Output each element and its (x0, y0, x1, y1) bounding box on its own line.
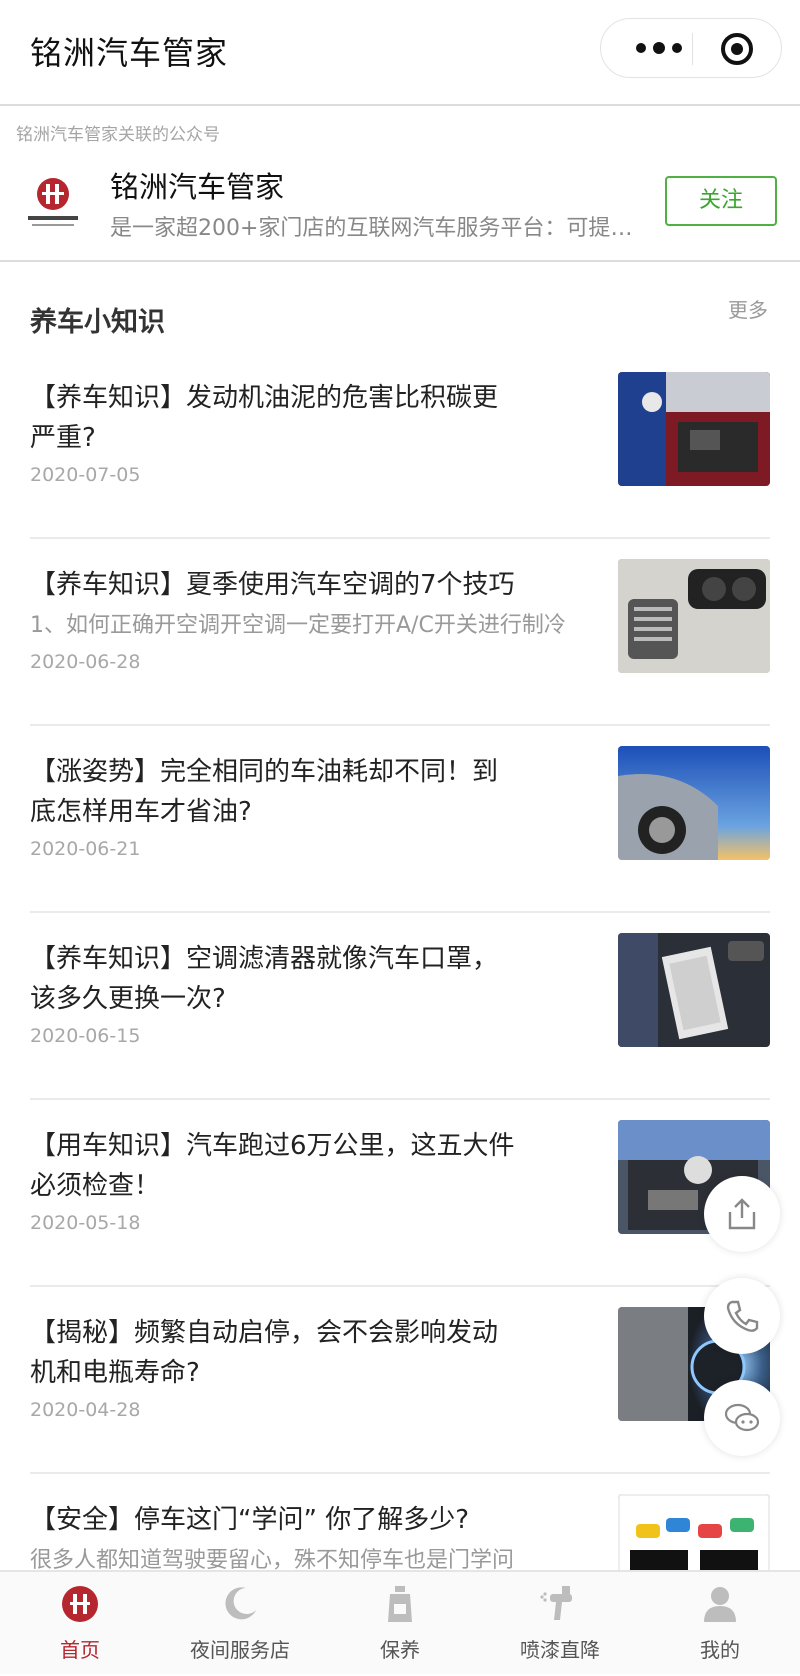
article-title: 【养车知识】空调滤清器就像汽车口罩， (30, 944, 499, 974)
article-title-line2: 必须检查！ (30, 1171, 161, 1201)
close-mini-program-icon[interactable] (719, 31, 755, 67)
tab-profile[interactable]: 我的 (640, 1572, 800, 1676)
mini-program-capsule (600, 18, 782, 78)
article-thumbnail (618, 559, 770, 673)
article-date: 2020-06-15 (30, 1025, 141, 1047)
article-date: 2020-06-21 (30, 838, 141, 860)
tab-maintenance[interactable]: 保养 (320, 1572, 480, 1676)
tab-label: 我的 (700, 1638, 740, 1662)
phone-icon (726, 1300, 759, 1332)
section-title: 养车小知识 (30, 307, 165, 338)
tab-label: 保养 (380, 1638, 420, 1662)
spray-gun-icon (540, 1586, 572, 1620)
more-options-icon[interactable] (629, 32, 689, 64)
tab-label: 夜间服务店 (190, 1638, 290, 1662)
article-item[interactable]: 【养车知识】空调滤清器就像汽车口罩， 该多久更换一次? 2020-06-15 (0, 913, 800, 1100)
tab-label: 喷漆直降 (520, 1638, 600, 1662)
article-date: 2020-06-28 (30, 651, 141, 673)
tab-paint-discount[interactable]: 喷漆直降 (480, 1572, 640, 1676)
chat-bubble-icon (724, 1403, 760, 1432)
article-date: 2020-05-18 (30, 1212, 141, 1234)
article-thumbnail (618, 746, 770, 860)
article-title-line2: 该多久更换一次? (30, 984, 226, 1014)
page-title: 铭洲汽车管家 (30, 34, 229, 72)
share-button[interactable] (704, 1176, 780, 1252)
official-account-name: 铭洲汽车管家 (110, 170, 285, 204)
share-icon (728, 1198, 756, 1230)
brand-logo-icon (28, 178, 78, 226)
article-date: 2020-04-28 (30, 1399, 141, 1421)
article-title: 【安全】停车这门“学问” 你了解多少? (30, 1505, 470, 1535)
article-title: 【养车知识】夏季使用汽车空调的7个技巧 (30, 570, 515, 600)
official-account-description: 是一家超200+家门店的互联网汽车服务平台：可提供汽车保养、维修等服务 (110, 216, 640, 241)
article-thumbnail (618, 933, 770, 1047)
official-account-caption: 铭洲汽车管家关联的公众号 (16, 125, 220, 145)
follow-button[interactable]: 关注 (665, 176, 777, 226)
article-item[interactable]: 【揭秘】频繁自动启停，会不会影响发动 机和电瓶寿命? 2020-04-28 (0, 1287, 800, 1474)
tab-home[interactable]: 首页 (0, 1572, 160, 1676)
article-title-line2: 底怎样用车才省油? (30, 797, 252, 827)
article-summary: 1、如何正确开空调开空调一定要打开A/C开关进行制冷 (30, 613, 566, 638)
tab-night-service[interactable]: 夜间服务店 (160, 1572, 320, 1676)
oil-bottle-icon (388, 1586, 412, 1622)
article-title: 【揭秘】频繁自动启停，会不会影响发动 (30, 1318, 499, 1348)
moon-icon (225, 1587, 256, 1620)
article-item[interactable]: 【用车知识】汽车跑过6万公里，这五大件 必须检查！ 2020-05-18 (0, 1100, 800, 1287)
tab-label: 首页 (60, 1638, 100, 1662)
article-title: 【涨姿势】完全相同的车油耗却不同！到 (30, 757, 499, 787)
article-item[interactable]: 【涨姿势】完全相同的车油耗却不同！到 底怎样用车才省油? 2020-06-21 (0, 726, 800, 913)
home-logo-icon (62, 1586, 98, 1622)
article-title: 【用车知识】汽车跑过6万公里，这五大件 (30, 1131, 515, 1161)
article-item[interactable]: 【养车知识】发动机油泥的危害比积碳更 严重? 2020-07-05 (0, 352, 800, 539)
article-item[interactable]: 【养车知识】夏季使用汽车空调的7个技巧 1、如何正确开空调开空调一定要打开A/C… (0, 539, 800, 726)
chat-button[interactable] (704, 1380, 780, 1456)
person-icon (704, 1587, 736, 1622)
more-link[interactable]: 更多 (728, 294, 768, 323)
article-date: 2020-07-05 (30, 464, 141, 486)
official-account-card[interactable]: 铭洲汽车管家关联的公众号 铭洲汽车管家 是一家超200+家门店的互联网汽车服务平… (0, 104, 800, 262)
article-thumbnail (618, 372, 770, 486)
top-bar: 铭洲汽车管家 (0, 0, 800, 104)
article-title-line2: 严重? (30, 423, 96, 453)
bottom-tab-bar: 首页 夜间服务店 保养 喷漆直降 我的 (0, 1570, 800, 1674)
capsule-divider (692, 33, 693, 65)
article-title-line2: 机和电瓶寿命? (30, 1358, 200, 1388)
article-title: 【养车知识】发动机油泥的危害比积碳更 (30, 383, 499, 413)
call-button[interactable] (704, 1278, 780, 1354)
